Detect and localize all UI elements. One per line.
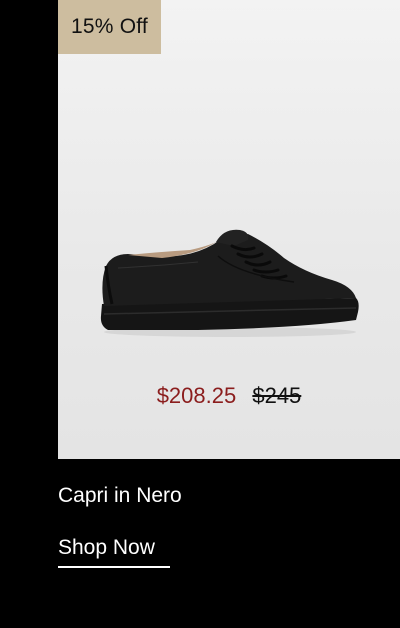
product-card[interactable]: 15% Off $208.25 $245 (58, 0, 400, 459)
sale-price: $208.25 (156, 383, 237, 408)
original-price: $245 (252, 383, 302, 408)
shop-now-link[interactable]: Shop Now (58, 534, 170, 568)
sneaker-image (100, 229, 359, 337)
price-row: $208.25 $245 (58, 382, 400, 410)
discount-badge: 15% Off (58, 0, 161, 54)
product-promo-page: 15% Off $208.25 $245 Capri in Nero Shop … (0, 0, 400, 628)
product-name: Capri in Nero (58, 484, 182, 507)
